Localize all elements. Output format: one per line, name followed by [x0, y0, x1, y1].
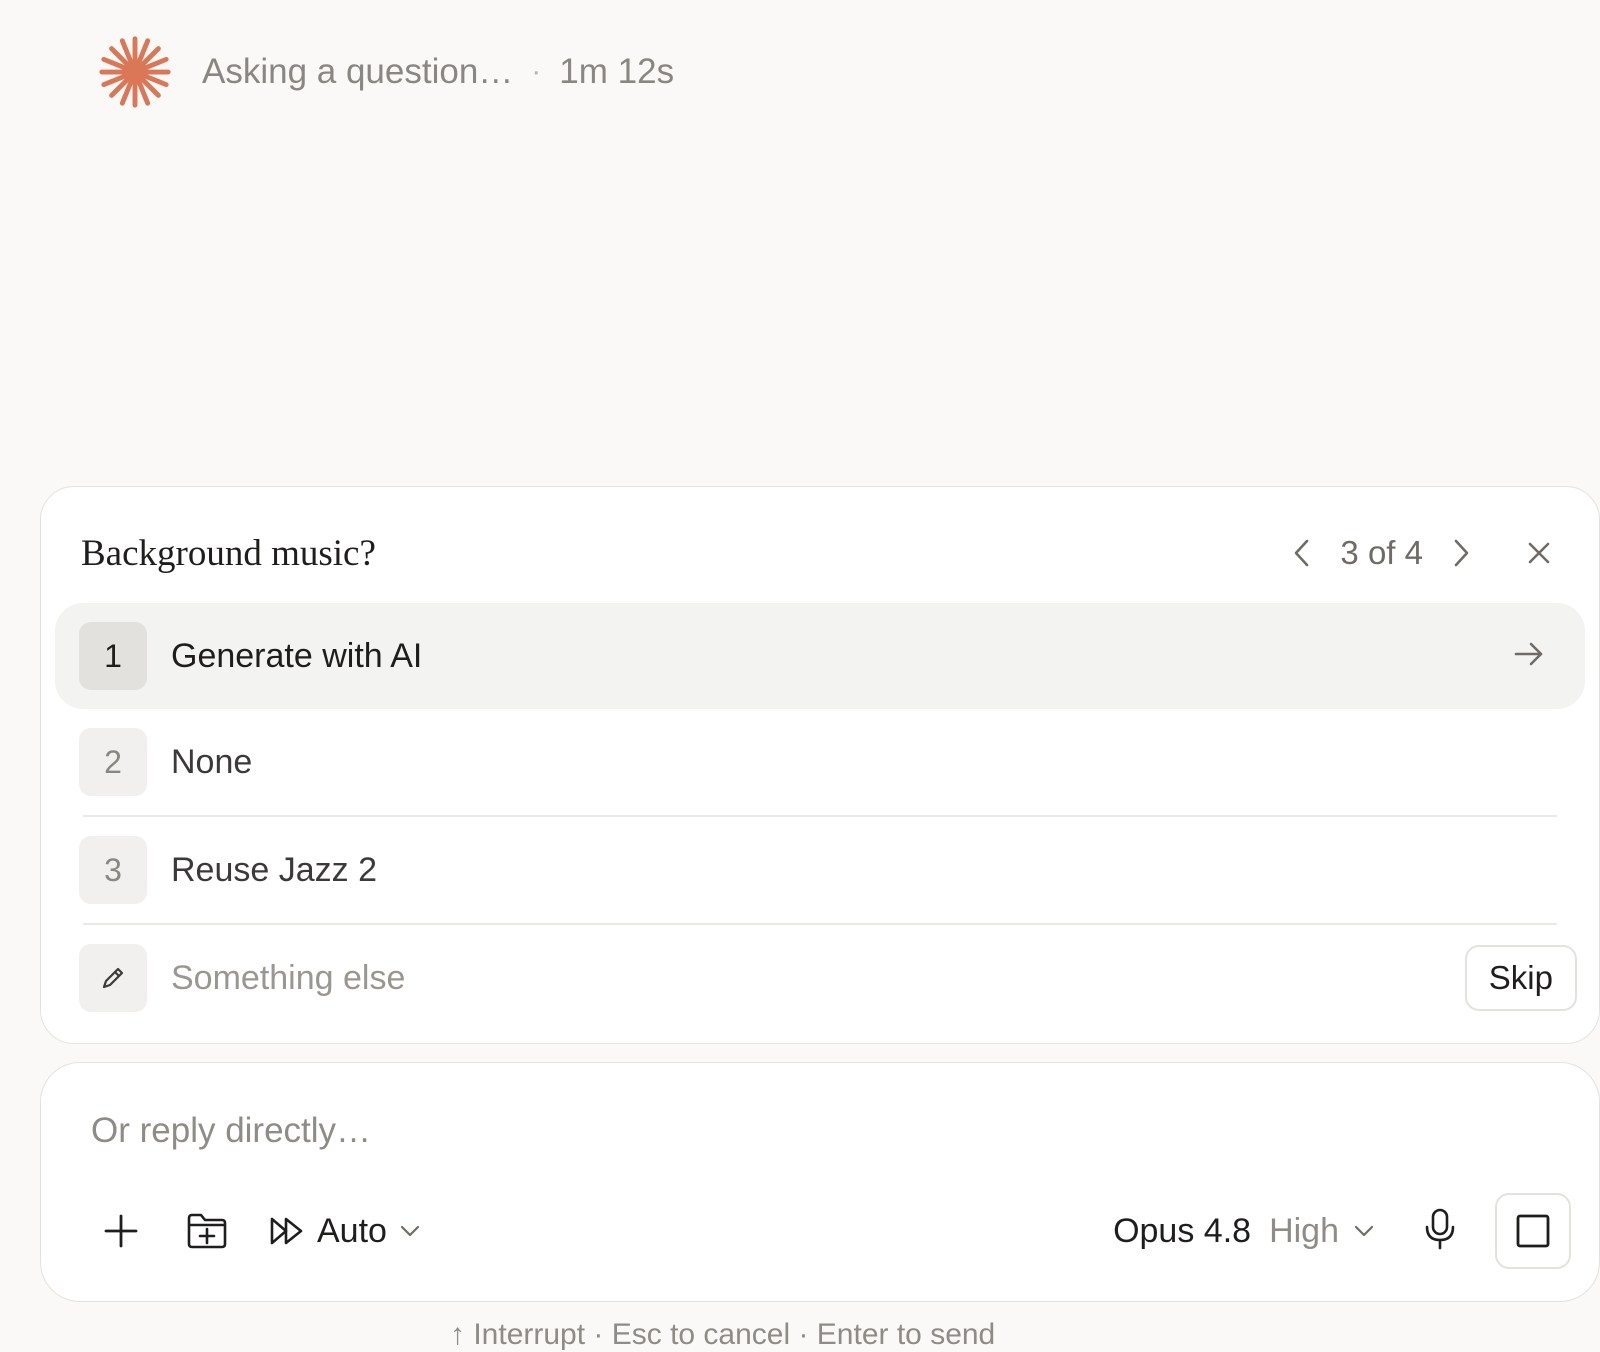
model-selector[interactable]: Opus 4.8 High — [1113, 1212, 1375, 1251]
fast-forward-icon — [270, 1217, 303, 1245]
model-label: Opus 4.8 — [1113, 1211, 1252, 1250]
option-number: 3 — [79, 836, 147, 904]
elapsed-time: 1m 12s — [559, 52, 675, 91]
chevron-left-icon — [1295, 539, 1309, 567]
plus-icon — [104, 1214, 138, 1248]
status-line: Asking a question… · 1m 12s — [96, 34, 674, 110]
chevron-right-icon — [1454, 539, 1469, 567]
question-title: Background music? — [81, 532, 376, 574]
composer-toolbar: Auto Opus 4.8 High — [97, 1193, 1571, 1269]
arrow-right-icon — [1514, 642, 1543, 666]
option-none[interactable]: 2 None — [55, 709, 1585, 815]
something-else-input[interactable] — [171, 958, 1271, 998]
next-question-button[interactable] — [1443, 533, 1479, 573]
microphone-button[interactable] — [1423, 1207, 1457, 1256]
close-icon — [1528, 542, 1550, 564]
previous-question-button[interactable] — [1284, 533, 1320, 573]
stop-icon — [1516, 1214, 1550, 1248]
question-pager: 3 of 4 — [1284, 533, 1559, 573]
spark-icon — [99, 36, 171, 108]
pencil-icon — [102, 967, 124, 989]
status-text: Asking a question… — [202, 52, 514, 91]
question-card: Background music? 3 of 4 1 Generate with… — [40, 486, 1600, 1044]
option-number: 2 — [79, 728, 147, 796]
right-tools: Opus 4.8 High — [1113, 1193, 1571, 1269]
option-number: 1 — [79, 622, 147, 690]
folder-plus-icon — [187, 1213, 227, 1249]
composer: Auto Opus 4.8 High — [40, 1062, 1600, 1302]
mode-selector[interactable]: Auto — [269, 1212, 421, 1251]
footer-hint: ↑ Interrupt · Esc to cancel · Enter to s… — [450, 1318, 996, 1351]
effort-label: High — [1269, 1211, 1339, 1250]
option-label: Generate with AI — [171, 636, 423, 675]
status-separator: · — [531, 55, 542, 88]
chevron-down-icon — [400, 1225, 420, 1237]
something-else-row: Skip — [55, 925, 1585, 1031]
pager-text: 3 of 4 — [1340, 534, 1423, 571]
add-folder-button[interactable] — [183, 1207, 231, 1255]
pencil-badge — [79, 944, 147, 1012]
microphone-icon — [1425, 1208, 1455, 1249]
add-button[interactable] — [97, 1207, 145, 1255]
question-header: Background music? 3 of 4 — [81, 523, 1559, 583]
stop-button[interactable] — [1495, 1193, 1571, 1269]
option-label: Reuse Jazz 2 — [171, 850, 377, 889]
options-list: 1 Generate with AI 2 None 3 Reuse Jazz 2 — [55, 603, 1585, 1031]
option-generate-with-ai[interactable]: 1 Generate with AI — [55, 603, 1585, 709]
chevron-down-icon — [1354, 1225, 1374, 1237]
mode-label: Auto — [317, 1211, 387, 1250]
reply-input[interactable] — [91, 1111, 1291, 1151]
option-label: None — [171, 742, 253, 781]
close-question-button[interactable] — [1519, 533, 1559, 573]
skip-button[interactable]: Skip — [1464, 945, 1577, 1011]
option-reuse-jazz-2[interactable]: 3 Reuse Jazz 2 — [55, 817, 1585, 923]
